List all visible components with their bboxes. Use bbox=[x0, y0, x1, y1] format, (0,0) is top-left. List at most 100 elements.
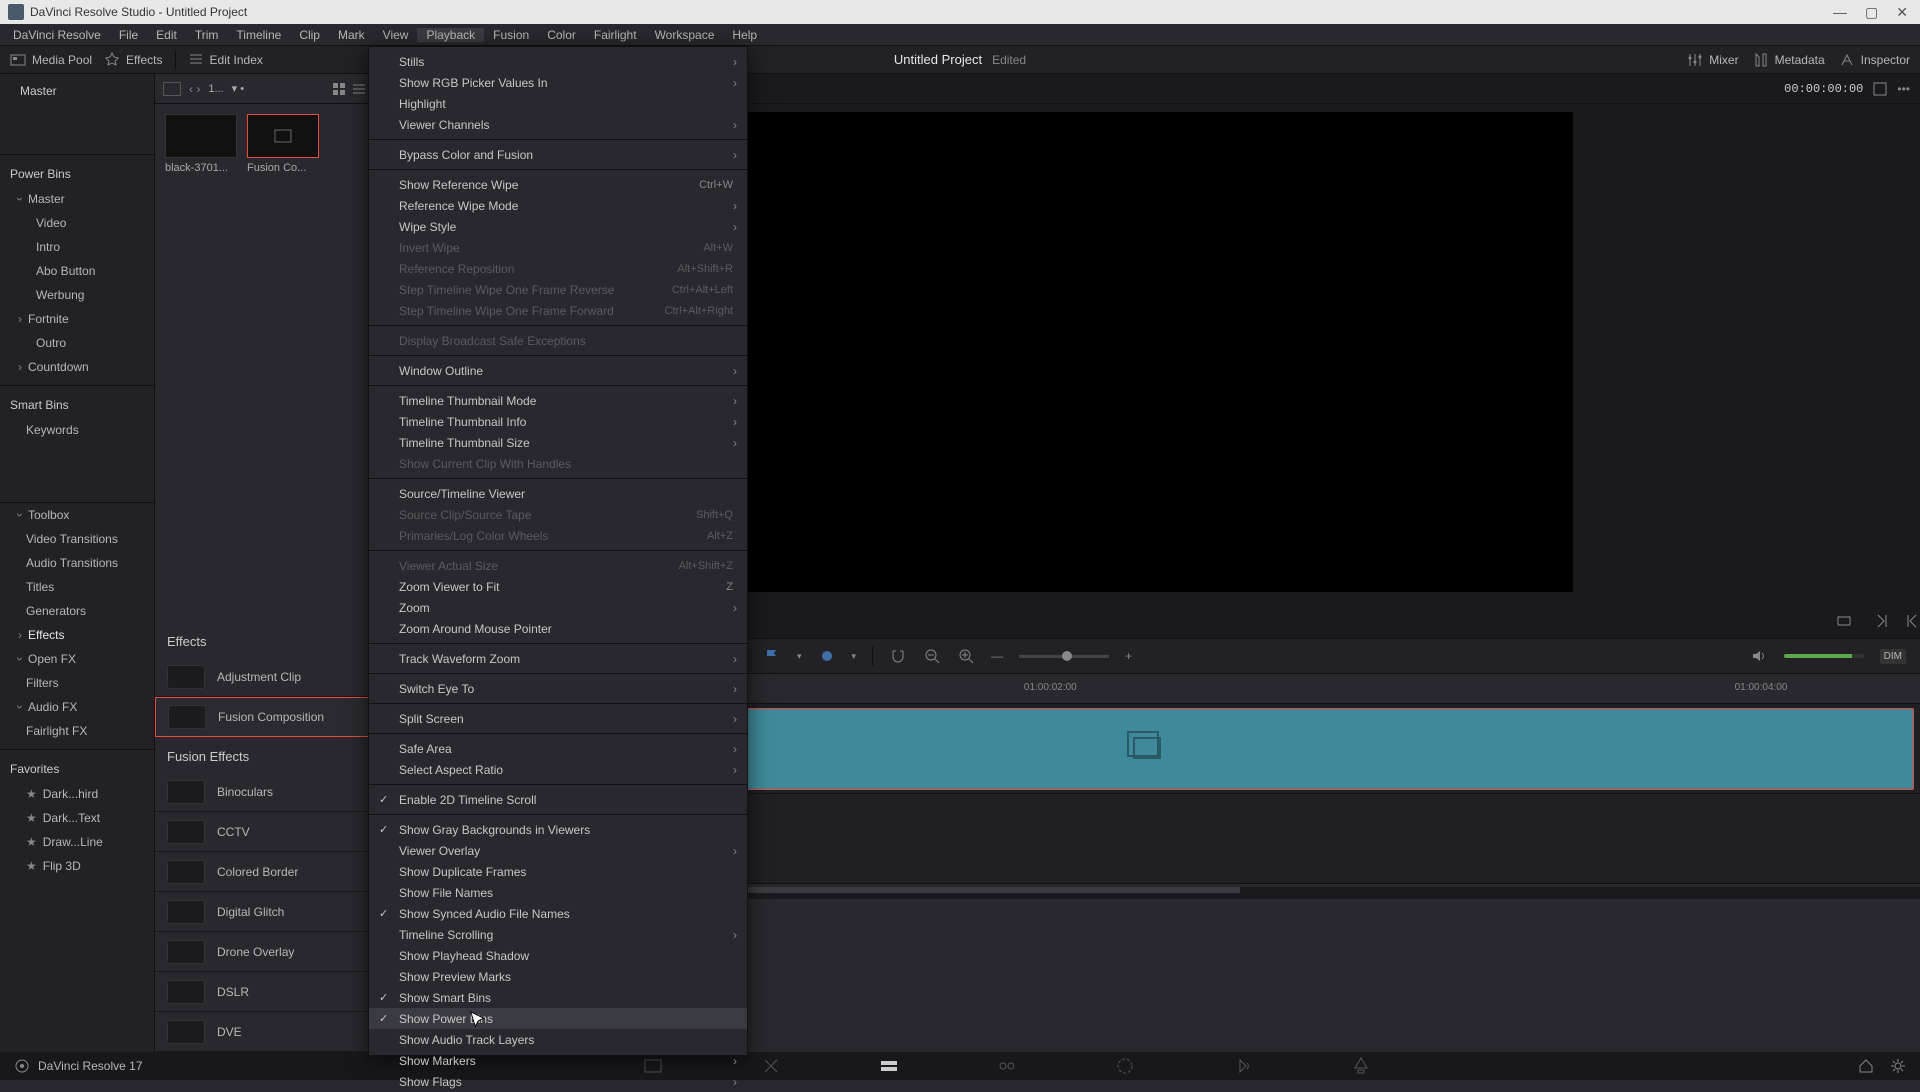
powerbin-werbung[interactable]: Werbung bbox=[0, 283, 154, 307]
match-frame-icon[interactable] bbox=[1836, 613, 1852, 629]
effect-dve[interactable]: DVE bbox=[155, 1012, 374, 1052]
fairlight-page-icon[interactable] bbox=[1232, 1055, 1254, 1077]
menu-view[interactable]: View bbox=[374, 28, 418, 42]
menu-item-zoom[interactable]: Zoom bbox=[369, 597, 747, 618]
zoom-in-icon[interactable] bbox=[957, 647, 975, 665]
metadata-toggle[interactable]: Metadata bbox=[1753, 52, 1825, 68]
menu-item-timeline-thumbnail-info[interactable]: Timeline Thumbnail Info bbox=[369, 411, 747, 432]
powerbin-intro[interactable]: Intro bbox=[0, 235, 154, 259]
audiofx-header[interactable]: Audio FX bbox=[0, 695, 154, 719]
viewer-layout-icon[interactable] bbox=[1873, 82, 1887, 96]
marker-icon[interactable] bbox=[818, 647, 836, 665]
toolbox-header[interactable]: Toolbox bbox=[0, 503, 154, 527]
effect-fusion-composition[interactable]: Fusion Composition bbox=[155, 697, 374, 737]
zoom-minus[interactable]: — bbox=[991, 649, 1003, 663]
menu-item-timeline-thumbnail-size[interactable]: Timeline Thumbnail Size bbox=[369, 432, 747, 453]
toolbox-effects[interactable]: Effects bbox=[0, 623, 154, 647]
menu-item-show-playhead-shadow[interactable]: Show Playhead Shadow bbox=[369, 945, 747, 966]
media-pool-toggle[interactable]: Media Pool bbox=[10, 52, 92, 68]
effect-digital-glitch[interactable]: Digital Glitch bbox=[155, 892, 374, 932]
edit-page-icon[interactable] bbox=[878, 1055, 900, 1077]
favorite-dark---hird[interactable]: ★Dark...hird bbox=[0, 782, 154, 806]
master-bin[interactable]: Master bbox=[0, 74, 154, 104]
menu-item-wipe-style[interactable]: Wipe Style bbox=[369, 216, 747, 237]
viewer-menu-icon[interactable]: ••• bbox=[1897, 82, 1910, 96]
menu-item-show-preview-marks[interactable]: Show Preview Marks bbox=[369, 966, 747, 987]
dim-button[interactable]: DIM bbox=[1880, 649, 1906, 664]
menu-item-show-duplicate-frames[interactable]: Show Duplicate Frames bbox=[369, 861, 747, 882]
menu-item-source-timeline-viewer[interactable]: Source/Timeline Viewer bbox=[369, 483, 747, 504]
fusion-page-icon[interactable] bbox=[996, 1055, 1018, 1077]
menu-item-window-outline[interactable]: Window Outline bbox=[369, 360, 747, 381]
home-icon[interactable] bbox=[1858, 1058, 1874, 1074]
zoom-out-icon[interactable] bbox=[923, 647, 941, 665]
menu-item-viewer-channels[interactable]: Viewer Channels bbox=[369, 114, 747, 135]
effect-binoculars[interactable]: Binoculars bbox=[155, 772, 374, 812]
menu-workspace[interactable]: Workspace bbox=[646, 28, 724, 42]
menu-item-select-aspect-ratio[interactable]: Select Aspect Ratio bbox=[369, 759, 747, 780]
menu-item-reference-wipe-mode[interactable]: Reference Wipe Mode bbox=[369, 195, 747, 216]
cut-page-icon[interactable] bbox=[760, 1055, 782, 1077]
pool-breadcrumb[interactable]: 1... bbox=[208, 83, 223, 95]
menu-item-split-screen[interactable]: Split Screen bbox=[369, 708, 747, 729]
snap-icon[interactable] bbox=[889, 647, 907, 665]
powerbin-fortnite[interactable]: Fortnite bbox=[0, 307, 154, 331]
openfx-header[interactable]: Open FX bbox=[0, 647, 154, 671]
menu-item-switch-eye-to[interactable]: Switch Eye To bbox=[369, 678, 747, 699]
menu-file[interactable]: File bbox=[110, 28, 147, 42]
menu-edit[interactable]: Edit bbox=[147, 28, 186, 42]
toolbox-audio-transitions[interactable]: Audio Transitions bbox=[0, 551, 154, 575]
powerbin-abo-button[interactable]: Abo Button bbox=[0, 259, 154, 283]
effect-colored-border[interactable]: Colored Border bbox=[155, 852, 374, 892]
menu-item-show-markers[interactable]: Show Markers bbox=[369, 1050, 747, 1071]
menu-mark[interactable]: Mark bbox=[329, 28, 374, 42]
menu-color[interactable]: Color bbox=[538, 28, 585, 42]
edit-index-toggle[interactable]: Edit Index bbox=[188, 52, 263, 68]
flag-icon[interactable] bbox=[763, 647, 781, 665]
zoom-slider[interactable] bbox=[1019, 655, 1109, 658]
toolbox-video-transitions[interactable]: Video Transitions bbox=[0, 527, 154, 551]
menu-item-show-smart-bins[interactable]: Show Smart Bins bbox=[369, 987, 747, 1008]
deliver-page-icon[interactable] bbox=[1350, 1055, 1372, 1077]
color-page-icon[interactable] bbox=[1114, 1055, 1136, 1077]
audiofx-fairlight-fx[interactable]: Fairlight FX bbox=[0, 719, 154, 743]
effect-dslr[interactable]: DSLR bbox=[155, 972, 374, 1012]
powerbin-outro[interactable]: Outro bbox=[0, 331, 154, 355]
favorite-flip-3d[interactable]: ★Flip 3D bbox=[0, 854, 154, 878]
menu-item-timeline-scrolling[interactable]: Timeline Scrolling bbox=[369, 924, 747, 945]
menu-item-safe-area[interactable]: Safe Area bbox=[369, 738, 747, 759]
powerbin-video[interactable]: Video bbox=[0, 211, 154, 235]
favorite-dark---text[interactable]: ★Dark...Text bbox=[0, 806, 154, 830]
menu-playback[interactable]: Playback bbox=[417, 28, 484, 42]
menu-item-show-audio-track-layers[interactable]: Show Audio Track Layers bbox=[369, 1029, 747, 1050]
effect-drone-overlay[interactable]: Drone Overlay bbox=[155, 932, 374, 972]
volume-icon[interactable] bbox=[1750, 647, 1768, 665]
menu-item-zoom-around-mouse-pointer[interactable]: Zoom Around Mouse Pointer bbox=[369, 618, 747, 639]
mixer-toggle[interactable]: Mixer bbox=[1687, 52, 1738, 68]
menu-timeline[interactable]: Timeline bbox=[227, 28, 290, 42]
zoom-plus[interactable]: + bbox=[1125, 649, 1132, 663]
menu-clip[interactable]: Clip bbox=[290, 28, 329, 42]
menu-item-stills[interactable]: Stills bbox=[369, 51, 747, 72]
favorite-draw---line[interactable]: ★Draw...Line bbox=[0, 830, 154, 854]
menu-item-bypass-color-and-fusion[interactable]: Bypass Color and Fusion bbox=[369, 144, 747, 165]
menu-fairlight[interactable]: Fairlight bbox=[585, 28, 646, 42]
menu-davinci-resolve[interactable]: DaVinci Resolve bbox=[4, 28, 110, 42]
menu-item-show-synced-audio-file-names[interactable]: Show Synced Audio File Names bbox=[369, 903, 747, 924]
menu-item-viewer-overlay[interactable]: Viewer Overlay bbox=[369, 840, 747, 861]
go-end-icon[interactable] bbox=[1874, 613, 1890, 629]
close-button[interactable]: ✕ bbox=[1896, 4, 1908, 21]
menu-item-show-rgb-picker-values-in[interactable]: Show RGB Picker Values In bbox=[369, 72, 747, 93]
list-icon[interactable] bbox=[352, 82, 366, 96]
menu-item-enable-2d-timeline-scroll[interactable]: Enable 2D Timeline Scroll bbox=[369, 789, 747, 810]
menu-item-show-reference-wipe[interactable]: Show Reference WipeCtrl+W bbox=[369, 174, 747, 195]
menu-item-show-power-bins[interactable]: Show Power Bins bbox=[369, 1008, 747, 1029]
settings-icon[interactable] bbox=[1890, 1058, 1906, 1074]
toolbox-titles[interactable]: Titles bbox=[0, 575, 154, 599]
smartbin-keywords[interactable]: Keywords bbox=[0, 418, 154, 442]
menu-item-show-gray-backgrounds-in-viewers[interactable]: Show Gray Backgrounds in Viewers bbox=[369, 819, 747, 840]
effects-toggle[interactable]: Effects bbox=[104, 52, 162, 68]
powerbin-master[interactable]: Master bbox=[0, 187, 154, 211]
minimize-button[interactable]: — bbox=[1833, 4, 1847, 21]
toolbox-generators[interactable]: Generators bbox=[0, 599, 154, 623]
